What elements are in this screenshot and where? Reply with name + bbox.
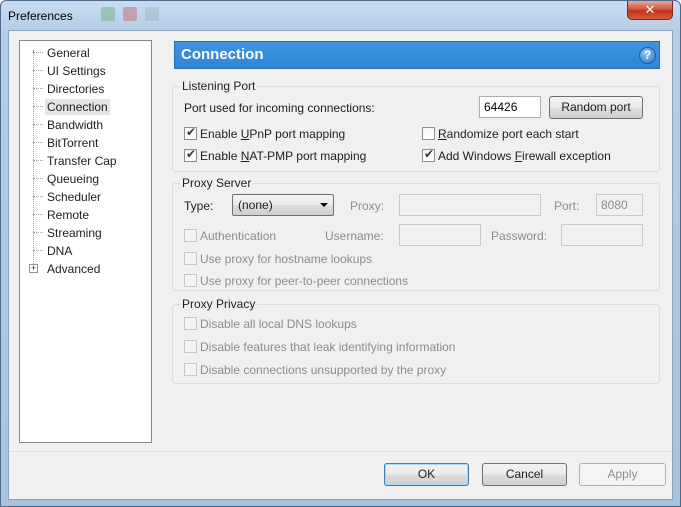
preferences-window: Preferences ✕ General UI Settings Direct… [0,0,681,507]
category-tree[interactable]: General UI Settings Directories Connecti… [19,40,152,443]
tree-item-advanced[interactable]: + Advanced [20,260,150,278]
background-window-ghost [101,7,211,23]
proxy-host-label: Proxy: [350,199,385,213]
random-port-button[interactable]: Random port [549,96,643,119]
firewall-label-text: irewall exception [522,149,611,163]
port-input[interactable] [479,96,541,118]
tree-item-label: Transfer Cap [47,154,117,168]
password-label: Password: [491,229,548,243]
disable-dns-label: Disable all local DNS lookups [200,317,357,331]
tree-item-transfer-cap[interactable]: Transfer Cap [20,152,150,170]
username-label: Username: [325,229,384,243]
disable-unsupported-checkbox[interactable] [184,363,197,376]
ok-button[interactable]: OK [384,463,469,486]
randomize-port-label[interactable]: Randomize port each start [438,127,579,141]
upnp-label[interactable]: Enable UPnP port mapping [200,127,345,141]
tree-item-label: Bandwidth [47,118,104,132]
upnp-checkbox[interactable] [184,125,197,140]
tree-item-ui-settings[interactable]: UI Settings [20,62,150,80]
disable-unsupported-label: Disable connections unsupported by the p… [200,363,447,377]
hostname-lookups-checkbox[interactable] [184,252,197,265]
natpmp-checkbox[interactable] [184,147,197,162]
dialog-client-area: General UI Settings Directories Connecti… [8,30,673,500]
proxy-port-input[interactable] [596,194,643,216]
proxy-server-group: Proxy Server Type: (none) Proxy: Port: A… [172,176,660,291]
disable-leak-checkbox[interactable] [184,340,197,353]
tree-item-bandwidth[interactable]: Bandwidth [20,116,150,134]
tree-item-queueing[interactable]: Queueing [20,170,150,188]
tree-item-streaming[interactable]: Streaming [20,224,150,242]
help-icon[interactable]: ? [639,47,656,64]
natpmp-label-text: Enable [200,149,241,163]
tree-item-label: Directories [47,82,105,96]
p2p-proxy-label: Use proxy for peer-to-peer connections [200,274,409,288]
tree-item-label: General [47,46,90,60]
proxy-privacy-group: Proxy Privacy Disable all local DNS look… [172,297,660,384]
natpmp-label[interactable]: Enable NAT-PMP port mapping [200,149,366,163]
proxy-port-label: Port: [554,199,580,213]
proxy-host-input[interactable] [399,194,541,216]
apply-button[interactable]: Apply [579,463,666,486]
username-input[interactable] [399,224,481,246]
password-input[interactable] [561,224,643,246]
disable-leak-label: Disable features that leak identifying i… [200,340,456,354]
tree-item-directories[interactable]: Directories [20,80,150,98]
randomize-label-mnemonic: R [438,127,447,141]
hostname-lookups-label: Use proxy for hostname lookups [200,252,373,266]
authentication-checkbox[interactable] [184,229,197,242]
window-title: Preferences [8,9,73,23]
tree-item-dna[interactable]: DNA [20,242,150,260]
tree-item-label: DNA [47,244,73,258]
close-button[interactable]: ✕ [627,1,673,20]
proxy-type-value: (none) [238,198,273,212]
tree-item-label: Streaming [47,226,102,240]
disable-dns-checkbox[interactable] [184,317,197,330]
firewall-label-mnemonic: F [514,149,523,163]
randomize-port-checkbox[interactable] [422,127,435,140]
dropdown-arrow-icon [320,203,328,207]
tree-item-connection[interactable]: Connection [20,98,150,116]
section-header: Connection ? [174,41,660,69]
tree-item-remote[interactable]: Remote [20,206,150,224]
randomize-label-text: andomize port each start [446,127,579,141]
tree-item-label: Remote [47,208,90,222]
natpmp-label-text: AT-PMP port mapping [249,149,367,163]
expand-plus-icon[interactable]: + [29,264,38,273]
tree-item-general[interactable]: General [20,44,150,62]
tree-item-label: BitTorrent [47,136,99,150]
tree-item-scheduler[interactable]: Scheduler [20,188,150,206]
group-title: Proxy Privacy [180,297,258,311]
proxy-type-label: Type: [184,199,214,213]
port-label: Port used for incoming connections: [184,101,375,115]
firewall-checkbox[interactable] [422,147,435,162]
tree-item-label: Queueing [47,172,100,186]
tree-item-label: Connection [45,99,110,115]
tree-item-bittorrent[interactable]: BitTorrent [20,134,150,152]
title-bar[interactable]: Preferences ✕ [1,1,680,29]
tree-item-label: Advanced [47,262,101,276]
firewall-label[interactable]: Add Windows Firewall exception [438,149,611,163]
upnp-label-text: Enable [200,127,241,141]
dialog-button-bar: OK Cancel Apply [9,451,672,499]
firewall-label-text: Add Windows [438,149,515,163]
authentication-label: Authentication [200,229,277,243]
cancel-button[interactable]: Cancel [482,463,567,486]
group-title: Listening Port [180,79,258,93]
listening-port-group: Listening Port Port used for incoming co… [172,79,660,172]
proxy-type-select[interactable]: (none) [232,194,334,216]
group-title: Proxy Server [180,176,254,190]
tree-item-label: UI Settings [47,64,106,78]
p2p-proxy-checkbox[interactable] [184,274,197,287]
upnp-label-text: PnP port mapping [249,127,346,141]
tree-item-label: Scheduler [47,190,102,204]
section-title: Connection [181,46,264,63]
